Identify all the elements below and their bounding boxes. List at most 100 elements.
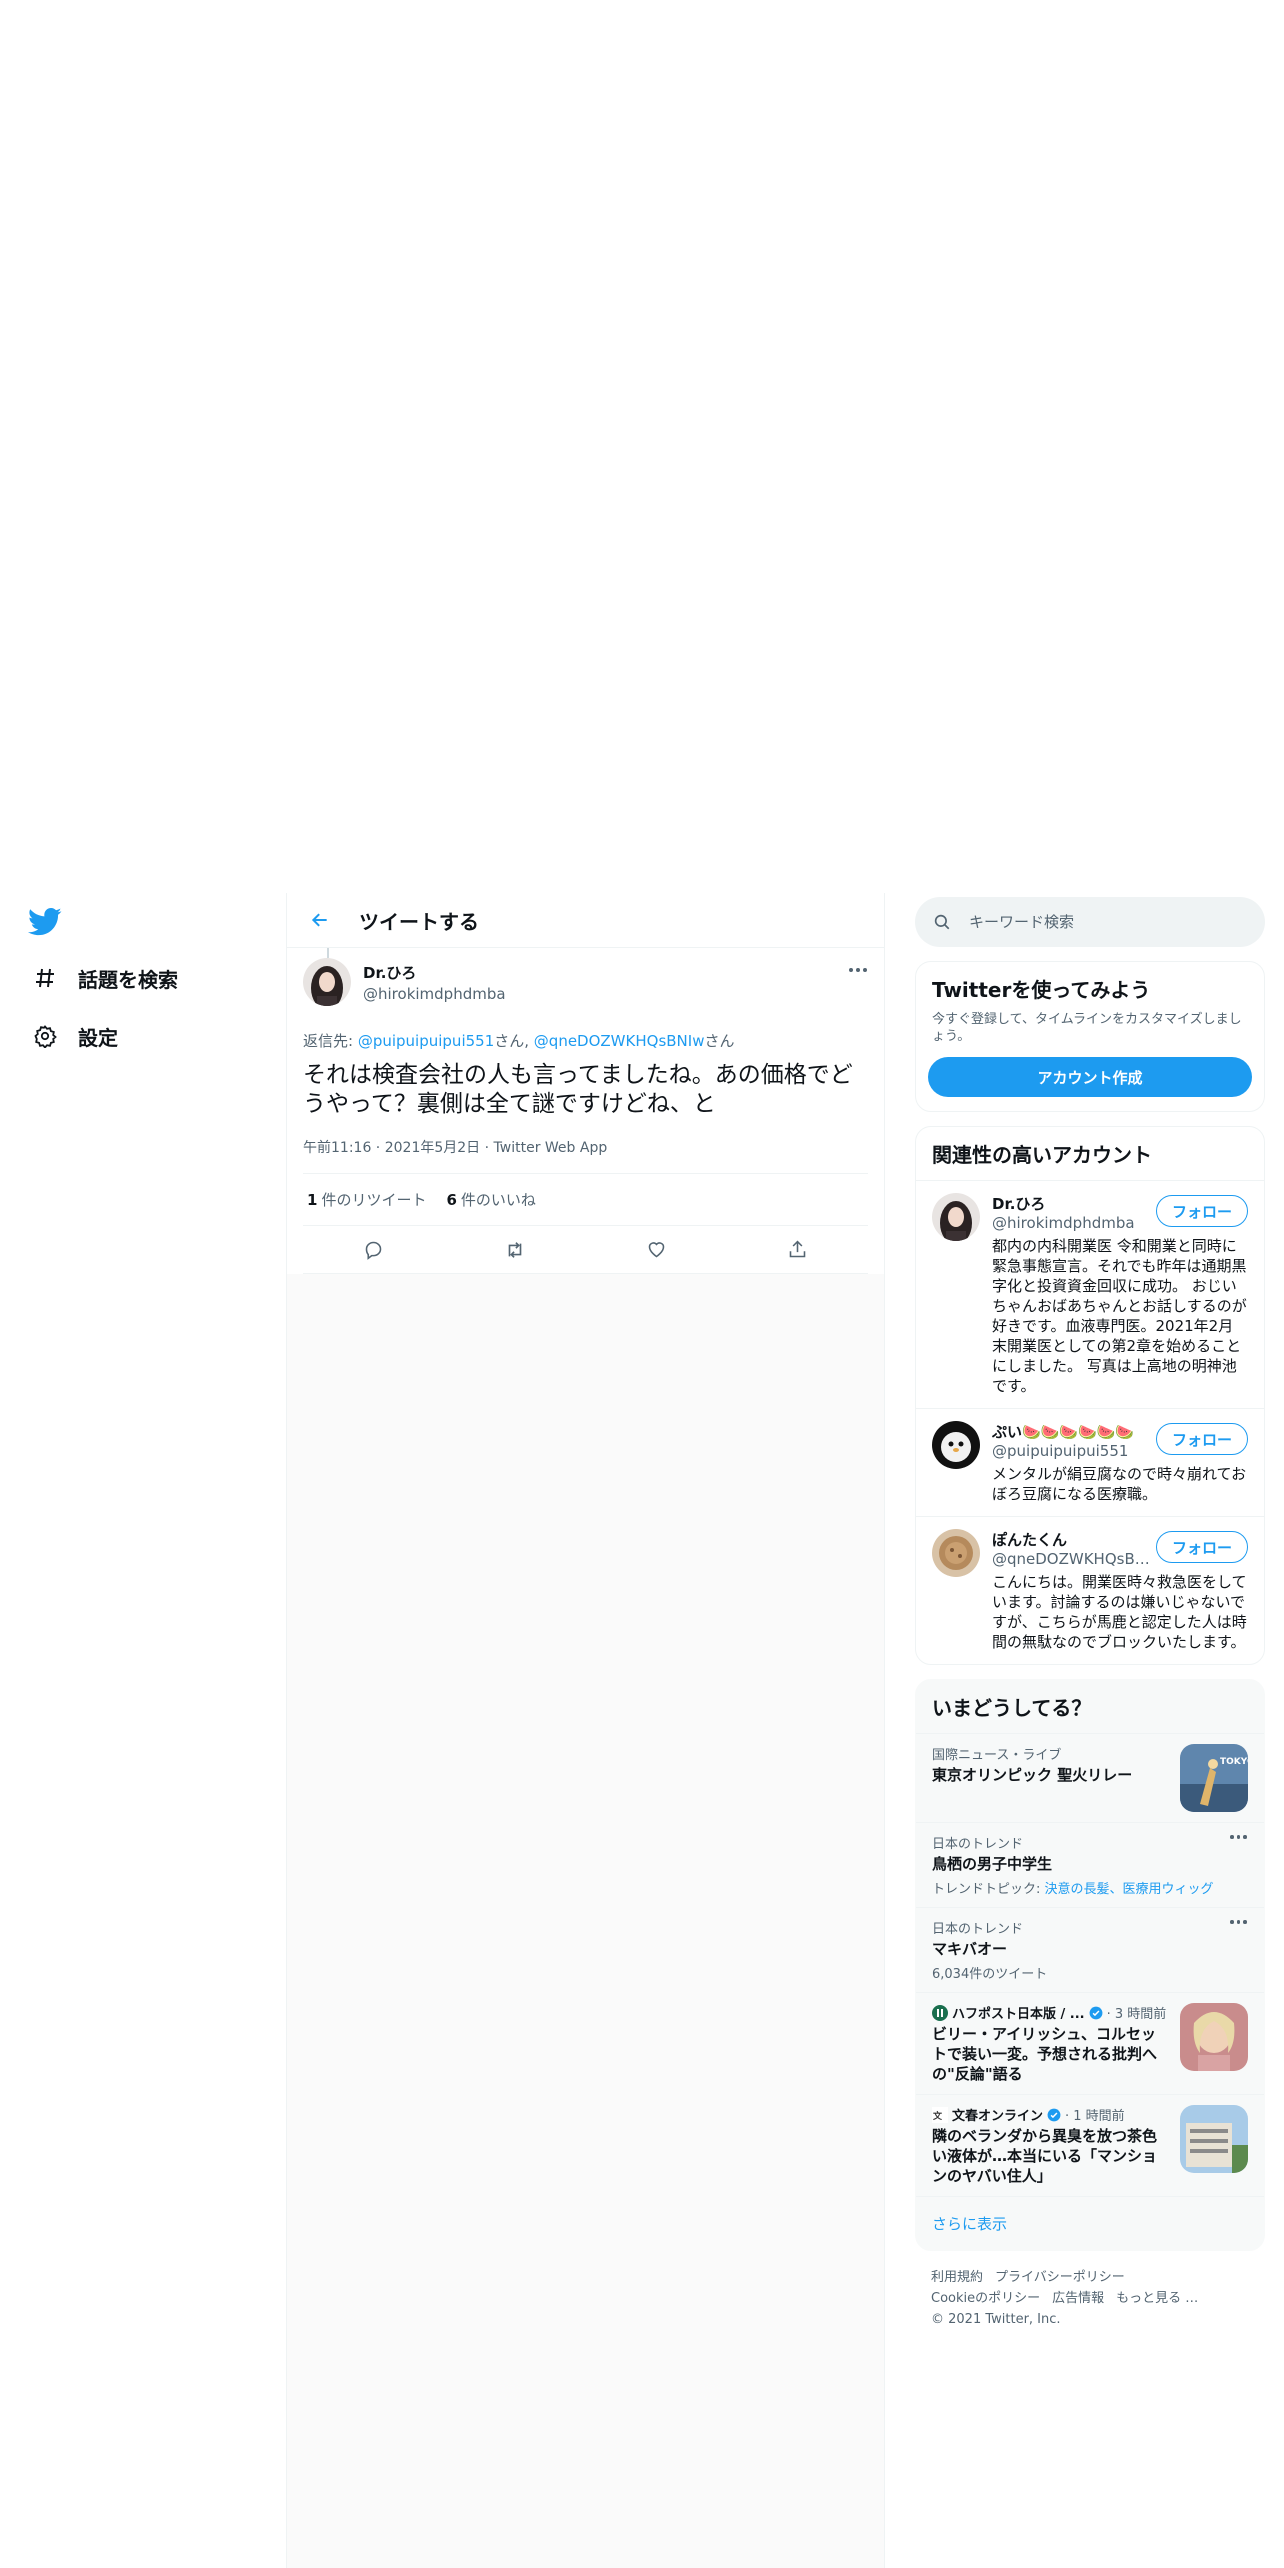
account-name[interactable]: ぽんたくん (992, 1529, 1152, 1550)
account-name[interactable]: ぷい🍉🍉🍉🍉🍉🍉 (992, 1421, 1152, 1442)
follow-button[interactable]: フォロー (1155, 1531, 1248, 1563)
trend-title: 隣のベランダから異臭を放つ茶色い液体が…本当にいる「マンションのヤバい住人」 (932, 2127, 1158, 2185)
trend-title: ビリー・アイリッシュ、コルセットで装い一変。予想される批判への"反論"語る (932, 2025, 1158, 2083)
tweet-time[interactable]: 午前11:16 (303, 1140, 371, 1156)
verified-badge-icon (1047, 2108, 1061, 2121)
reply-prefix: 返信先: (303, 1032, 358, 1050)
author-handle[interactable]: @hirokimdphdmba (363, 985, 506, 1003)
trend-item[interactable]: 日本のトレンド 鳥栖の男子中学生 トレンドトピック: 決意の長髪、医療用ウィッグ (916, 1822, 1264, 1907)
account-handle[interactable]: @puipuipuipui551 (992, 1442, 1152, 1460)
avatar[interactable] (932, 1193, 980, 1241)
search-icon (934, 914, 950, 930)
news-source: ハフポスト日本版 / ... · 3 時間前 (932, 2003, 1168, 2022)
nav-explore[interactable]: 話題を検索 (20, 955, 190, 1001)
account-item[interactable]: ぷい🍉🍉🍉🍉🍉🍉 @puipuipuipui551 メンタルが絹豆腐なので時々崩… (916, 1408, 1264, 1516)
like-label: 件のいいね (460, 1191, 536, 1209)
svg-text:TOKYO: TOKYO (1220, 1757, 1248, 1767)
source-name: ハフポスト日本版 / ... (952, 2007, 1085, 2022)
heart-icon (648, 1242, 664, 1258)
blank-area (0, 0, 1284, 893)
like-button[interactable] (637, 1231, 675, 1269)
like-count-link[interactable]: 6 件のいいね (446, 1189, 535, 1210)
trend-title: マキバオー (932, 1940, 1008, 1958)
trend-item[interactable]: 文 文春オンライン · 1 時間前 隣のベランダから異臭を放つ茶色い液体が…本当… (916, 2094, 1264, 2196)
retweet-count: 1 (307, 1191, 318, 1209)
trend-thumbnail: TOKYO (1180, 1744, 1248, 1812)
share-button[interactable] (778, 1231, 816, 1269)
news-time: · 1 時間前 (1065, 2109, 1125, 2124)
tweet-client[interactable]: Twitter Web App (494, 1140, 608, 1156)
trend-title: 鳥栖の男子中学生 (932, 1855, 1053, 1873)
retweet-button[interactable] (496, 1231, 534, 1269)
retweet-icon (508, 1241, 522, 1258)
footer-link[interactable]: 利用規約 (931, 2270, 983, 2285)
search-box[interactable] (915, 897, 1265, 947)
reply-button[interactable] (355, 1231, 393, 1269)
footer-link[interactable]: 広告情報 (1052, 2291, 1104, 2306)
nav-explore-label: 話題を検索 (78, 967, 178, 992)
back-arrow-icon (311, 913, 327, 927)
trend-topics: トレンドトピック: 決意の長髪、医療用ウィッグ (932, 1878, 1248, 1897)
gear-icon (32, 1023, 58, 1049)
trend-item[interactable]: 国際ニュース・ライブ 東京オリンピック 聖火リレー TOKYO (916, 1733, 1264, 1822)
show-more-link[interactable]: さらに表示 (916, 2196, 1264, 2250)
account-handle[interactable]: @hirokimdphdmba (992, 1214, 1152, 1232)
retweet-count-link[interactable]: 1 件のリツイート (307, 1189, 426, 1210)
trend-context: 日本のトレンド (932, 1922, 1024, 1937)
meta-separator: · (480, 1140, 494, 1156)
trend-title: 東京オリンピック 聖火リレー (932, 1766, 1133, 1784)
tweet-text: それは検査会社の人も言ってましたね。あの価格でどうやって？裏側は全て謎ですけどね… (303, 1062, 853, 1117)
reply-suffix: さん (704, 1032, 735, 1050)
meta-separator: · (371, 1140, 385, 1156)
account-bio: 都内の内科開業医 令和開業と同時に緊急事態宣言。それでも昨年は通期黒字化と投資資… (992, 1237, 1247, 1395)
avatar[interactable] (932, 1529, 980, 1577)
page-title: ツイートする (359, 909, 479, 934)
trend-thumbnail (1180, 2003, 1248, 2071)
account-name[interactable]: Dr.ひろ (992, 1193, 1152, 1214)
account-item[interactable]: Dr.ひろ @hirokimdphdmba 都内の内科開業医 令和開業と同時に緊… (916, 1180, 1264, 1408)
signup-card-subtitle: 今すぐ登録して、タイムラインをカスタマイズしましょう。 (932, 1012, 1242, 1044)
avatar[interactable] (303, 958, 351, 1006)
left-navigation: 話題を検索 設定 (0, 893, 286, 2568)
trend-topics-prefix: トレンドトピック: (932, 1882, 1045, 1897)
news-source: 文 文春オンライン · 1 時間前 (932, 2105, 1168, 2124)
retweet-label: 件のリツイート (321, 1191, 427, 1209)
reply-user-link[interactable]: @puipuipuipui551 (358, 1032, 494, 1050)
trend-more-button[interactable] (1229, 1920, 1249, 1924)
trend-context: 日本のトレンド (932, 1837, 1024, 1852)
author-name[interactable]: Dr.ひろ (363, 962, 506, 983)
source-logo-icon (932, 2004, 948, 2021)
back-button[interactable] (303, 903, 337, 937)
trend-item[interactable]: 日本のトレンド マキバオー 6,034件のツイート (916, 1907, 1264, 1992)
news-time: · 3 時間前 (1106, 2007, 1167, 2022)
footer-link[interactable]: Cookieのポリシー (931, 2291, 1040, 2306)
footer-more-link[interactable]: もっと見る … (1116, 2291, 1198, 2306)
trends-title: いまどうしてる？ (932, 1696, 1092, 1720)
follow-button[interactable]: フォロー (1155, 1423, 1248, 1455)
account-handle[interactable]: @qneDOZWKHQsBNIw (992, 1550, 1152, 1568)
related-accounts-title: 関連性の高いアカウント (932, 1143, 1152, 1167)
trend-more-button[interactable] (1229, 1835, 1249, 1839)
verified-badge-icon (1089, 2006, 1103, 2019)
avatar[interactable] (932, 1421, 980, 1469)
trend-topic-links[interactable]: 決意の長髪、医療用ウィッグ (1045, 1882, 1214, 1897)
tweet-date[interactable]: 2021年5月2日 (385, 1140, 480, 1156)
tweet-header: Dr.ひろ @hirokimdphdmba (303, 948, 868, 1006)
footer: 利用規約 プライバシーポリシー Cookieのポリシー 広告情報 もっと見る … © … (915, 2251, 1265, 2346)
trend-thumbnail (1180, 2105, 1248, 2173)
nav-settings-label: 設定 (78, 1025, 118, 1050)
trend-item[interactable]: ハフポスト日本版 / ... · 3 時間前 ビリー・アイリッシュ、コルセットで… (916, 1992, 1264, 2094)
tweet-more-button[interactable] (846, 960, 870, 980)
reply-to-line: 返信先: @puipuipuipui551さん, @qneDOZWKHQsBNI… (303, 1030, 868, 1051)
like-count: 6 (446, 1191, 457, 1209)
signup-card-title: Twitterを使ってみよう (932, 978, 1151, 1002)
twitter-logo-icon[interactable] (28, 907, 64, 939)
search-input[interactable] (969, 913, 1229, 931)
account-item[interactable]: ぽんたくん @qneDOZWKHQsBNIw こんにちは。開業医時々救急医をして… (916, 1516, 1264, 1664)
follow-button[interactable]: フォロー (1155, 1195, 1248, 1227)
nav-settings[interactable]: 設定 (20, 1013, 130, 1059)
footer-link[interactable]: プライバシーポリシー (995, 2270, 1125, 2285)
svg-text:文: 文 (932, 2110, 943, 2122)
reply-user-link[interactable]: @qneDOZWKHQsBNIw (534, 1032, 705, 1050)
create-account-button[interactable]: アカウント作成 (928, 1057, 1252, 1097)
